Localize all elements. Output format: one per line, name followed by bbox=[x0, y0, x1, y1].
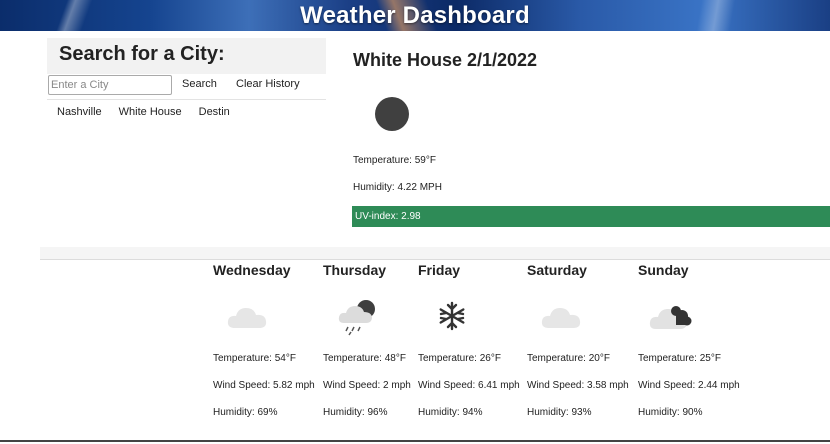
forecast-day-name: Saturday bbox=[527, 262, 587, 278]
forecast-wind-speed: Wind Speed: 3.58 mph bbox=[527, 380, 629, 391]
search-heading: Search for a City: bbox=[59, 43, 225, 65]
forecast-temperature: Temperature: 26°F bbox=[418, 353, 501, 364]
clear-history-button[interactable]: Clear History bbox=[236, 78, 300, 90]
forecast-wind-speed: Wind Speed: 2 mph bbox=[323, 380, 411, 391]
history-item-white-house[interactable]: White House bbox=[119, 106, 182, 118]
rain-cloud-icon bbox=[338, 300, 375, 336]
forecast-wind-speed: Wind Speed: 2.44 mph bbox=[638, 380, 740, 391]
bottom-border bbox=[0, 440, 830, 442]
forecast-humidity: Humidity: 69% bbox=[213, 407, 278, 418]
uv-index-badge: UV-index: 2.98 bbox=[352, 206, 830, 227]
forecast-temperature: Temperature: 20°F bbox=[527, 353, 610, 364]
forecast-humidity: Humidity: 96% bbox=[323, 407, 388, 418]
forecast-wind-speed: Wind Speed: 6.41 mph bbox=[418, 380, 520, 391]
app-title: Weather Dashboard bbox=[300, 2, 530, 29]
section-divider bbox=[40, 247, 830, 260]
search-divider bbox=[47, 99, 326, 100]
broken-clouds-icon bbox=[649, 306, 692, 329]
forecast-temperature: Temperature: 48°F bbox=[323, 353, 406, 364]
current-temperature: Temperature: 59°F bbox=[353, 155, 436, 166]
cloud-icon bbox=[541, 308, 581, 328]
city-search-input[interactable] bbox=[48, 75, 172, 95]
forecast-day-name: Friday bbox=[418, 262, 461, 278]
history-item-destin[interactable]: Destin bbox=[199, 106, 230, 118]
forecast-temperature: Temperature: 54°F bbox=[213, 353, 296, 364]
header-banner: Weather Dashboard bbox=[0, 0, 830, 31]
search-panel: Search for a City: bbox=[47, 38, 326, 74]
forecast-day-name: Thursday bbox=[323, 262, 387, 278]
forecast-humidity: Humidity: 90% bbox=[638, 407, 703, 418]
snowflake-icon bbox=[439, 301, 465, 331]
search-button[interactable]: Search bbox=[182, 78, 217, 90]
forecast-humidity: Humidity: 94% bbox=[418, 407, 483, 418]
forecast-temperature: Temperature: 25°F bbox=[638, 353, 721, 364]
history-item-nashville[interactable]: Nashville bbox=[57, 106, 102, 118]
forecast-wind-speed: Wind Speed: 5.82 mph bbox=[213, 380, 315, 391]
forecast-humidity: Humidity: 93% bbox=[527, 407, 592, 418]
forecast-day-name: Wednesday bbox=[213, 262, 291, 278]
current-weather-title: White House 2/1/2022 bbox=[353, 50, 538, 70]
cloud-icon bbox=[227, 308, 267, 328]
forecast-day-name: Sunday bbox=[638, 262, 689, 278]
current-humidity: Humidity: 4.22 MPH bbox=[353, 182, 442, 193]
dark-circle-icon bbox=[375, 97, 409, 131]
search-history: Nashville White House Destin bbox=[57, 106, 230, 118]
